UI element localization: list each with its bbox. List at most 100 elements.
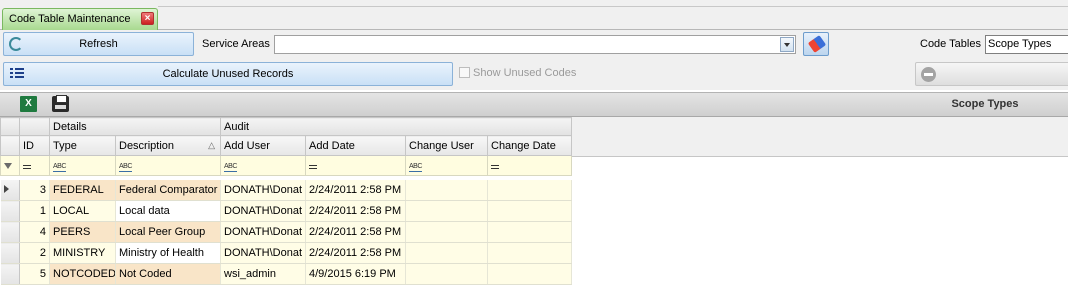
show-unused-checkbox[interactable]: Show Unused Codes <box>459 67 576 79</box>
filter-change-user[interactable]: ABC <box>405 155 488 176</box>
text-filter-icon[interactable]: ABC <box>224 163 237 172</box>
column-header-change-user[interactable]: Change User <box>405 135 488 156</box>
clear-filter-button[interactable] <box>803 32 829 56</box>
cell-id: 5 <box>19 263 50 285</box>
tab-strip-rule <box>158 6 1068 7</box>
cell-change-user <box>405 263 488 285</box>
row-indicator[interactable] <box>0 263 20 285</box>
cell-change-user <box>405 200 488 222</box>
cell-id: 2 <box>19 242 50 264</box>
code-tables-select[interactable]: Scope Types <box>985 35 1068 54</box>
cell-change-date <box>487 221 573 243</box>
current-row-icon <box>3 184 9 193</box>
grid-header-empty-area <box>571 117 1068 157</box>
export-excel-button[interactable]: X <box>18 94 40 114</box>
column-header-id[interactable]: ID <box>19 135 50 156</box>
cell-add-user: DONATH\Donat <box>220 242 306 264</box>
column-header-change-date[interactable]: Change Date <box>486 135 573 156</box>
tab-label: Code Table Maintenance <box>9 13 131 25</box>
eraser-icon <box>807 35 827 53</box>
cell-add-date: 2/24/2011 2:58 PM <box>305 200 406 222</box>
print-button[interactable] <box>50 94 72 114</box>
filter-row-indicator <box>0 155 20 176</box>
row-indicator[interactable] <box>0 242 20 264</box>
disabled-button[interactable] <box>915 62 1068 86</box>
cell-type: NOTCODED <box>49 263 116 285</box>
cell-id: 3 <box>19 179 50 201</box>
cell-type: MINISTRY <box>49 242 116 264</box>
text-filter-icon[interactable]: ABC <box>119 163 132 172</box>
close-icon[interactable]: × <box>141 12 154 25</box>
grid-title: Scope Types <box>951 98 1019 110</box>
excel-icon: X <box>20 96 37 112</box>
filter-add-date[interactable] <box>305 155 406 176</box>
text-filter-icon[interactable]: ABC <box>409 163 422 172</box>
printer-icon <box>52 95 69 112</box>
calculate-unused-button[interactable]: Calculate Unused Records <box>3 62 453 86</box>
header-corner <box>0 135 20 156</box>
service-areas-select[interactable] <box>274 35 796 54</box>
equals-operator-icon[interactable] <box>491 164 499 169</box>
sort-ascending-icon: △ <box>208 140 215 150</box>
cell-id: 1 <box>19 200 50 222</box>
cell-change-user <box>405 179 488 201</box>
code-tables-label: Code Tables <box>920 38 981 50</box>
cell-type: FEDERAL <box>49 179 116 201</box>
equals-operator-icon[interactable] <box>309 164 317 169</box>
filter-change-date[interactable] <box>486 155 573 176</box>
equals-operator-icon[interactable] <box>23 164 31 169</box>
cell-change-user <box>405 221 488 243</box>
column-header-description[interactable]: Description △ <box>115 135 221 156</box>
cell-description: Not Coded <box>115 263 221 285</box>
band-corner <box>0 117 20 136</box>
cell-description: Ministry of Health <box>115 242 221 264</box>
cell-description: Local Peer Group <box>115 221 221 243</box>
cell-description: Federal Comparator <box>115 179 221 201</box>
column-header-add-user[interactable]: Add User <box>220 135 306 156</box>
table-row[interactable]: 2 MINISTRY Ministry of Health DONATH\Don… <box>0 242 573 264</box>
service-areas-label: Service Areas <box>202 38 270 50</box>
chevron-down-icon[interactable] <box>780 37 794 52</box>
band-id-spacer <box>19 117 50 136</box>
cell-add-date: 2/24/2011 2:58 PM <box>305 242 406 264</box>
band-audit: Audit <box>219 117 573 136</box>
cell-change-date <box>487 200 573 222</box>
band-details: Details <box>49 117 221 136</box>
cell-add-date: 4/9/2015 6:19 PM <box>305 263 406 285</box>
refresh-label: Refresh <box>79 38 118 50</box>
filter-type[interactable]: ABC <box>49 155 116 176</box>
cell-change-date <box>487 242 573 264</box>
table-row[interactable]: 1 LOCAL Local data DONATH\Donat 2/24/201… <box>0 200 573 222</box>
list-icon <box>10 68 24 78</box>
row-indicator[interactable] <box>0 200 20 222</box>
filter-add-user[interactable]: ABC <box>220 155 306 176</box>
tab-code-table-maintenance[interactable]: Code Table Maintenance × <box>2 8 158 30</box>
text-filter-icon[interactable]: ABC <box>53 163 66 172</box>
cell-type: LOCAL <box>49 200 116 222</box>
grid-empty-area <box>571 157 1068 288</box>
filter-description[interactable]: ABC <box>115 155 221 176</box>
column-header-description-label: Description <box>119 139 175 152</box>
filter-icon <box>4 162 12 169</box>
cell-change-date <box>487 179 573 201</box>
table-row[interactable]: 4 PEERS Local Peer Group DONATH\Donat 2/… <box>0 221 573 243</box>
column-header-type[interactable]: Type <box>49 135 116 156</box>
cell-type: PEERS <box>49 221 116 243</box>
column-header-add-date[interactable]: Add Date <box>305 135 406 156</box>
table-row[interactable]: 5 NOTCODED Not Coded wsi_admin 4/9/2015 … <box>0 263 573 285</box>
tab-strip: Code Table Maintenance × <box>0 0 1068 30</box>
scope-types-grid: Details Audit ID Type Description △ Add U… <box>0 117 573 285</box>
cell-add-date: 2/24/2011 2:58 PM <box>305 179 406 201</box>
row-indicator[interactable] <box>0 179 20 201</box>
cell-add-date: 2/24/2011 2:58 PM <box>305 221 406 243</box>
refresh-icon <box>9 37 23 51</box>
filter-id[interactable] <box>19 155 50 176</box>
table-row[interactable]: 3 FEDERAL Federal Comparator DONATH\Dona… <box>0 179 573 201</box>
cell-id: 4 <box>19 221 50 243</box>
cell-add-user: DONATH\Donat <box>220 221 306 243</box>
cell-add-user: DONATH\Donat <box>220 179 306 201</box>
refresh-button[interactable]: Refresh <box>3 32 194 56</box>
cell-change-date <box>487 263 573 285</box>
row-indicator[interactable] <box>0 221 20 243</box>
checkbox-icon <box>459 67 470 78</box>
